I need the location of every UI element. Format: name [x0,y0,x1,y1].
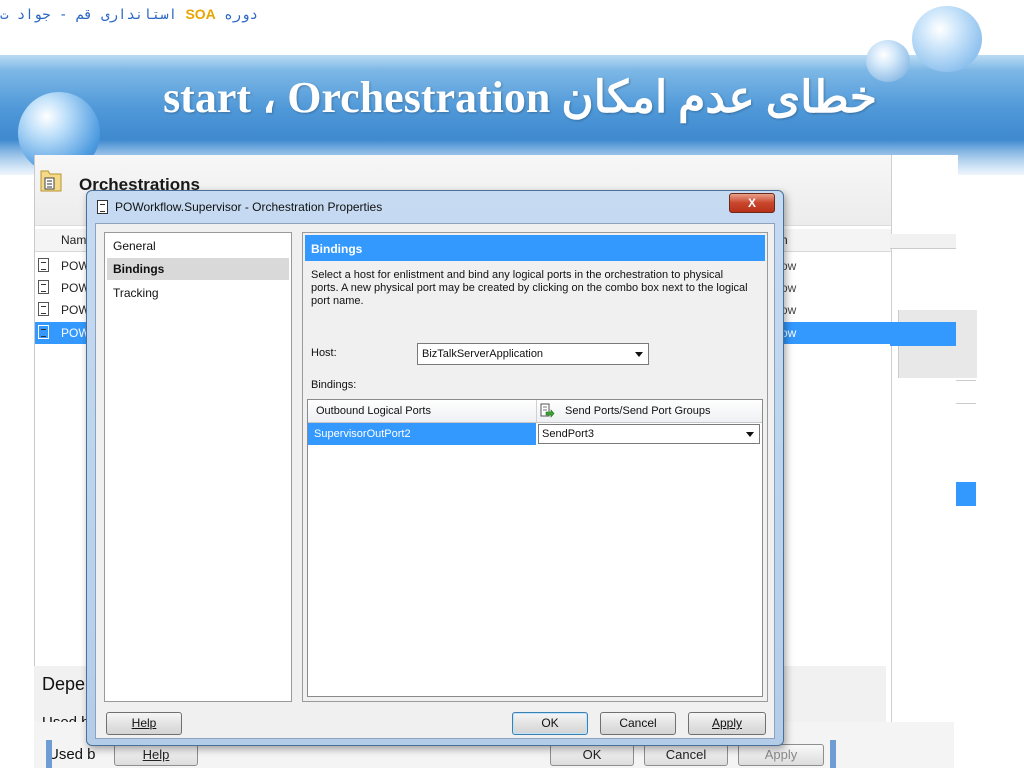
dialog-title: POWorkflow.Supervisor - Orchestration Pr… [115,200,383,214]
nav-item-general[interactable]: General [107,235,289,257]
dialog-titlebar[interactable]: POWorkflow.Supervisor - Orchestration Pr… [87,191,783,221]
dependencies-title: Depe [42,674,86,694]
course-ribbon: دوره SOA استانداری قم - جواد ت [0,6,380,28]
send-port-icon [540,403,555,418]
ribbon-soa: SOA [185,6,216,22]
orchestration-properties-dialog: POWorkflow.Supervisor - Orchestration Pr… [86,190,784,746]
binding-row[interactable]: SupervisorOutPort2 SendPort3 [308,423,762,445]
right-panel-header [890,234,956,249]
slide-title: خطای عدم امکان start ، Orchestration [163,73,877,122]
send-port-dropdown[interactable]: SendPort3 [538,424,760,444]
section-header-label: Bindings [311,242,363,256]
right-panel-selection-2 [956,482,976,506]
right-panel-selection [890,322,956,346]
nav-item-label: Tracking [113,286,159,300]
nav-item-bindings[interactable]: Bindings [107,258,289,280]
orchestrations-folder-icon [40,170,62,192]
ribbon-prefix: دوره [224,7,258,23]
help-button[interactable]: Help [106,712,182,735]
host-label: Host: [311,347,337,359]
orchestration-icon [38,280,49,294]
chevron-down-icon[interactable] [635,352,643,357]
orchestration-icon [38,302,49,316]
bindings-description: Select a host for enlistment and bind an… [311,269,748,307]
apply-button-label: Apply [711,716,743,730]
bindings-label: Bindings: [311,379,357,391]
section-header: Bindings [305,235,765,261]
right-panel-divider [956,380,976,404]
host-dropdown[interactable]: BizTalkServerApplication [417,343,649,365]
column-send-ports[interactable]: Send Ports/Send Port Groups [537,400,762,422]
bindings-page: Bindings Select a host for enlistment an… [302,232,768,702]
send-port-value: SendPort3 [542,428,594,440]
column-label: Outbound Logical Ports [316,405,431,417]
navigation-pane: General Bindings Tracking [104,232,292,702]
orchestration-icon [97,200,108,214]
logical-port-name: SupervisorOutPort2 [314,428,411,440]
grid-header: Outbound Logical Ports Send Ports/Send P… [308,400,762,423]
dialog-client-area: General Bindings Tracking Bindings Selec… [95,223,775,739]
help-button-label: Help [131,716,157,730]
cancel-button[interactable]: Cancel [600,712,676,735]
close-button[interactable]: X [729,193,775,213]
ribbon-suffix: استانداری قم - جواد ت [0,7,178,23]
column-outbound-logical-ports[interactable]: Outbound Logical Ports [308,400,537,422]
nav-item-label: General [113,239,156,253]
logical-port-cell[interactable]: SupervisorOutPort2 [308,423,536,445]
host-dropdown-value: BizTalkServerApplication [422,348,544,360]
nav-item-tracking[interactable]: Tracking [107,282,289,304]
nav-item-label: Bindings [113,262,165,276]
orchestration-icon [38,325,49,339]
chevron-down-icon[interactable] [746,432,754,437]
apply-button[interactable]: Apply [688,712,766,735]
bubble-decoration-top-right [912,6,982,72]
orchestration-icon [38,258,49,272]
column-label: Send Ports/Send Port Groups [565,405,711,417]
close-icon: X [747,196,756,210]
host-label-text: Host: [311,347,337,359]
bindings-grid: Outbound Logical Ports Send Ports/Send P… [307,399,763,697]
ok-button[interactable]: OK [512,712,588,735]
